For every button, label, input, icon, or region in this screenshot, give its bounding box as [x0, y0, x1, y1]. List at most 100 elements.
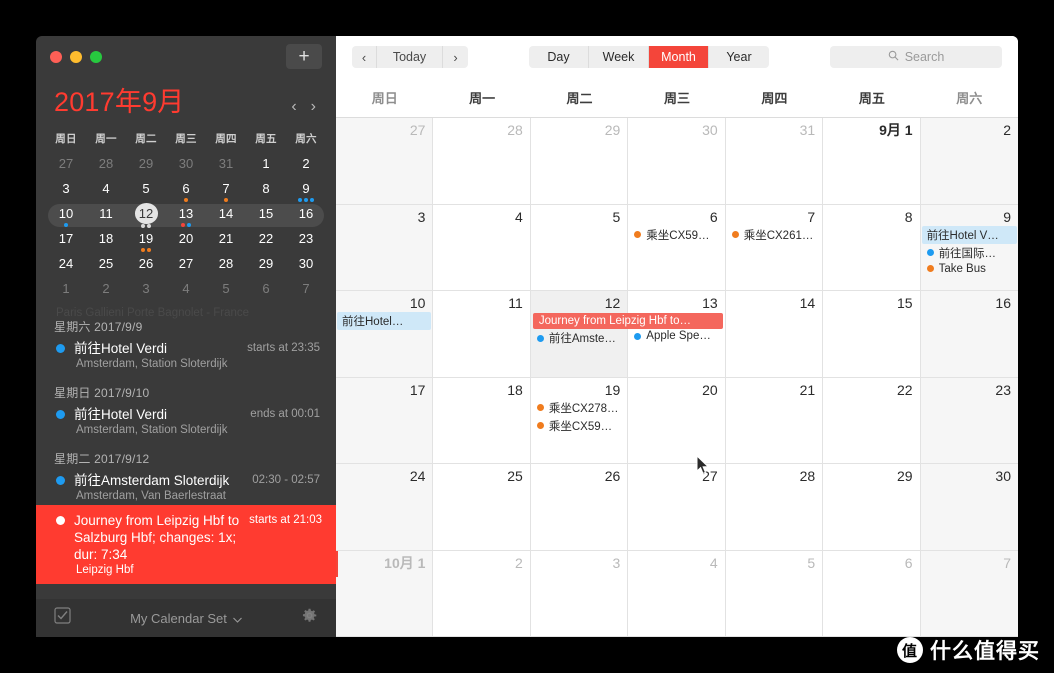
calendar-day-cell[interactable]: 27 [628, 464, 726, 551]
view-button-day[interactable]: Day [529, 46, 589, 68]
calendar-event[interactable]: 乘坐CX278… [531, 399, 627, 417]
calendar-day-cell[interactable]: 30 [628, 118, 726, 205]
calendar-day-cell[interactable]: 23 [920, 377, 1018, 464]
zoom-button[interactable] [90, 51, 102, 63]
calendar-day-cell[interactable]: 28 [433, 118, 531, 205]
calendar-day-cell[interactable]: 7 [920, 550, 1018, 637]
view-button-week[interactable]: Week [589, 46, 649, 68]
mini-day-19[interactable]: 19 [126, 228, 166, 253]
calendar-event[interactable]: 前往Hotel V… [921, 225, 1017, 244]
view-button-month[interactable]: Month [649, 46, 709, 68]
calendar-day-cell[interactable]: 13 Apple Spe… [628, 291, 726, 378]
mini-day-21[interactable]: 21 [206, 228, 246, 253]
mini-day-26[interactable]: 26 [126, 253, 166, 278]
calendar-day-cell[interactable]: 28 [725, 464, 824, 551]
mini-day-11[interactable]: 11 [86, 203, 126, 228]
calendar-day-cell[interactable]: 6 [823, 550, 921, 637]
calendar-day-cell[interactable]: 4 [628, 550, 726, 637]
mini-day-23[interactable]: 23 [286, 228, 326, 253]
calendar-day-cell[interactable]: 7 乘坐CX261… [725, 204, 824, 291]
mini-day-5[interactable]: 5 [126, 178, 166, 203]
calendar-day-cell[interactable]: 27 [336, 118, 434, 205]
calendar-day-cell[interactable]: 31 [725, 118, 824, 205]
mini-day-30[interactable]: 30 [286, 253, 326, 278]
mini-day-1[interactable]: 1 [46, 278, 86, 303]
calendar-day-cell[interactable]: 25 [433, 464, 531, 551]
mini-day-1[interactable]: 1 [246, 153, 286, 178]
sidebar-event-item[interactable]: Journey from Leipzig Hbf to Salzburg Hbf… [36, 505, 336, 584]
calendar-day-cell[interactable]: 10月 1 [336, 550, 434, 637]
calendar-day-cell[interactable]: 16 [920, 291, 1018, 378]
mini-day-31[interactable]: 31 [206, 153, 246, 178]
sidebar-event-item[interactable]: 前往Hotel Verdi ends at 00:01 Amsterdam, Sta… [54, 406, 320, 439]
calendar-day-cell[interactable]: 9月 1 [823, 118, 921, 205]
calendar-day-cell[interactable]: 6 乘坐CX59… [628, 204, 726, 291]
calendar-day-cell[interactable]: 17 [336, 377, 434, 464]
mini-day-4[interactable]: 4 [86, 178, 126, 203]
mini-day-6[interactable]: 6 [246, 278, 286, 303]
calendar-day-cell[interactable]: 11 [433, 291, 531, 378]
close-button[interactable] [50, 51, 62, 63]
mini-day-3[interactable]: 3 [46, 178, 86, 203]
mini-day-7[interactable]: 7 [286, 278, 326, 303]
mini-day-3[interactable]: 3 [126, 278, 166, 303]
prev-period-button[interactable]: ‹ [352, 46, 377, 68]
calendar-day-cell[interactable]: 14 [725, 291, 824, 378]
mini-day-12[interactable]: 12 [126, 203, 166, 228]
mini-day-5[interactable]: 5 [206, 278, 246, 303]
calendar-day-cell[interactable]: 15 [823, 291, 921, 378]
mini-day-29[interactable]: 29 [126, 153, 166, 178]
calendar-day-cell[interactable]: 2 [920, 118, 1018, 205]
calendar-set-selector[interactable]: My Calendar Set [130, 611, 242, 626]
mini-day-18[interactable]: 18 [86, 228, 126, 253]
calendar-day-cell[interactable]: 12 前往Amste… [530, 291, 629, 378]
checkbox-icon[interactable] [54, 607, 71, 629]
mini-day-17[interactable]: 17 [46, 228, 86, 253]
mini-day-30[interactable]: 30 [166, 153, 206, 178]
mini-day-25[interactable]: 25 [86, 253, 126, 278]
next-month-icon[interactable]: › [311, 99, 316, 115]
mini-day-4[interactable]: 4 [166, 278, 206, 303]
calendar-event[interactable]: 乘坐CX261… [726, 226, 822, 244]
calendar-day-cell[interactable]: 5 [530, 204, 629, 291]
calendar-day-cell[interactable]: 9 前往Hotel V… 前往国际… Take Bus [920, 204, 1018, 291]
calendar-day-cell[interactable]: 4 [433, 204, 531, 291]
minimize-button[interactable] [70, 51, 82, 63]
search-input[interactable]: Search [830, 46, 1002, 68]
today-button[interactable]: Today [377, 46, 443, 68]
sidebar-event-item[interactable]: 前往Amsterdam Sloterdijk 02:30 - 02:57 Amste… [54, 472, 320, 505]
calendar-day-cell[interactable]: 29 [530, 118, 629, 205]
sidebar-event-list[interactable]: Paris Gallieni Porte Bagnolet - France 星… [36, 307, 336, 599]
calendar-day-cell[interactable]: 8 [823, 204, 921, 291]
calendar-event[interactable]: 乘坐CX59… [628, 226, 724, 244]
mini-day-6[interactable]: 6 [166, 178, 206, 203]
mini-day-13[interactable]: 13 [166, 203, 206, 228]
calendar-event[interactable]: 乘坐CX59… [531, 417, 627, 435]
mini-day-15[interactable]: 15 [246, 203, 286, 228]
mini-day-27[interactable]: 27 [46, 153, 86, 178]
calendar-day-cell[interactable]: 2 [433, 550, 531, 637]
calendar-span-event[interactable]: Journey from Leipzig Hbf to… [532, 313, 723, 329]
mini-day-16[interactable]: 16 [286, 203, 326, 228]
calendar-event[interactable]: Take Bus [921, 262, 1018, 276]
calendar-day-cell[interactable]: 10 前往Hotel… [336, 291, 434, 378]
mini-day-20[interactable]: 20 [166, 228, 206, 253]
mini-day-14[interactable]: 14 [206, 203, 246, 228]
calendar-day-cell[interactable]: 3 [336, 204, 434, 291]
calendar-grid[interactable]: 27 28 29 30 31 9月 1 2 3 4 5 6 乘坐CX59… 7 乘坐CX261… 8 9 前往H… [336, 118, 1018, 637]
mini-day-28[interactable]: 28 [86, 153, 126, 178]
calendar-day-cell[interactable]: 22 [823, 377, 921, 464]
calendar-day-cell[interactable]: 18 [433, 377, 531, 464]
calendar-day-cell[interactable]: 21 [725, 377, 824, 464]
calendar-day-cell[interactable]: 5 [725, 550, 824, 637]
mini-day-2[interactable]: 2 [86, 278, 126, 303]
mini-day-9[interactable]: 9 [286, 178, 326, 203]
calendar-day-cell[interactable]: 26 [530, 464, 629, 551]
add-event-button[interactable]: + [286, 44, 322, 69]
mini-day-22[interactable]: 22 [246, 228, 286, 253]
mini-day-7[interactable]: 7 [206, 178, 246, 203]
mini-day-10[interactable]: 10 [46, 203, 86, 228]
calendar-event[interactable]: 前往Hotel… [337, 312, 432, 330]
calendar-day-cell[interactable]: 20 [628, 377, 726, 464]
calendar-event[interactable]: Apple Spe… [628, 329, 724, 343]
